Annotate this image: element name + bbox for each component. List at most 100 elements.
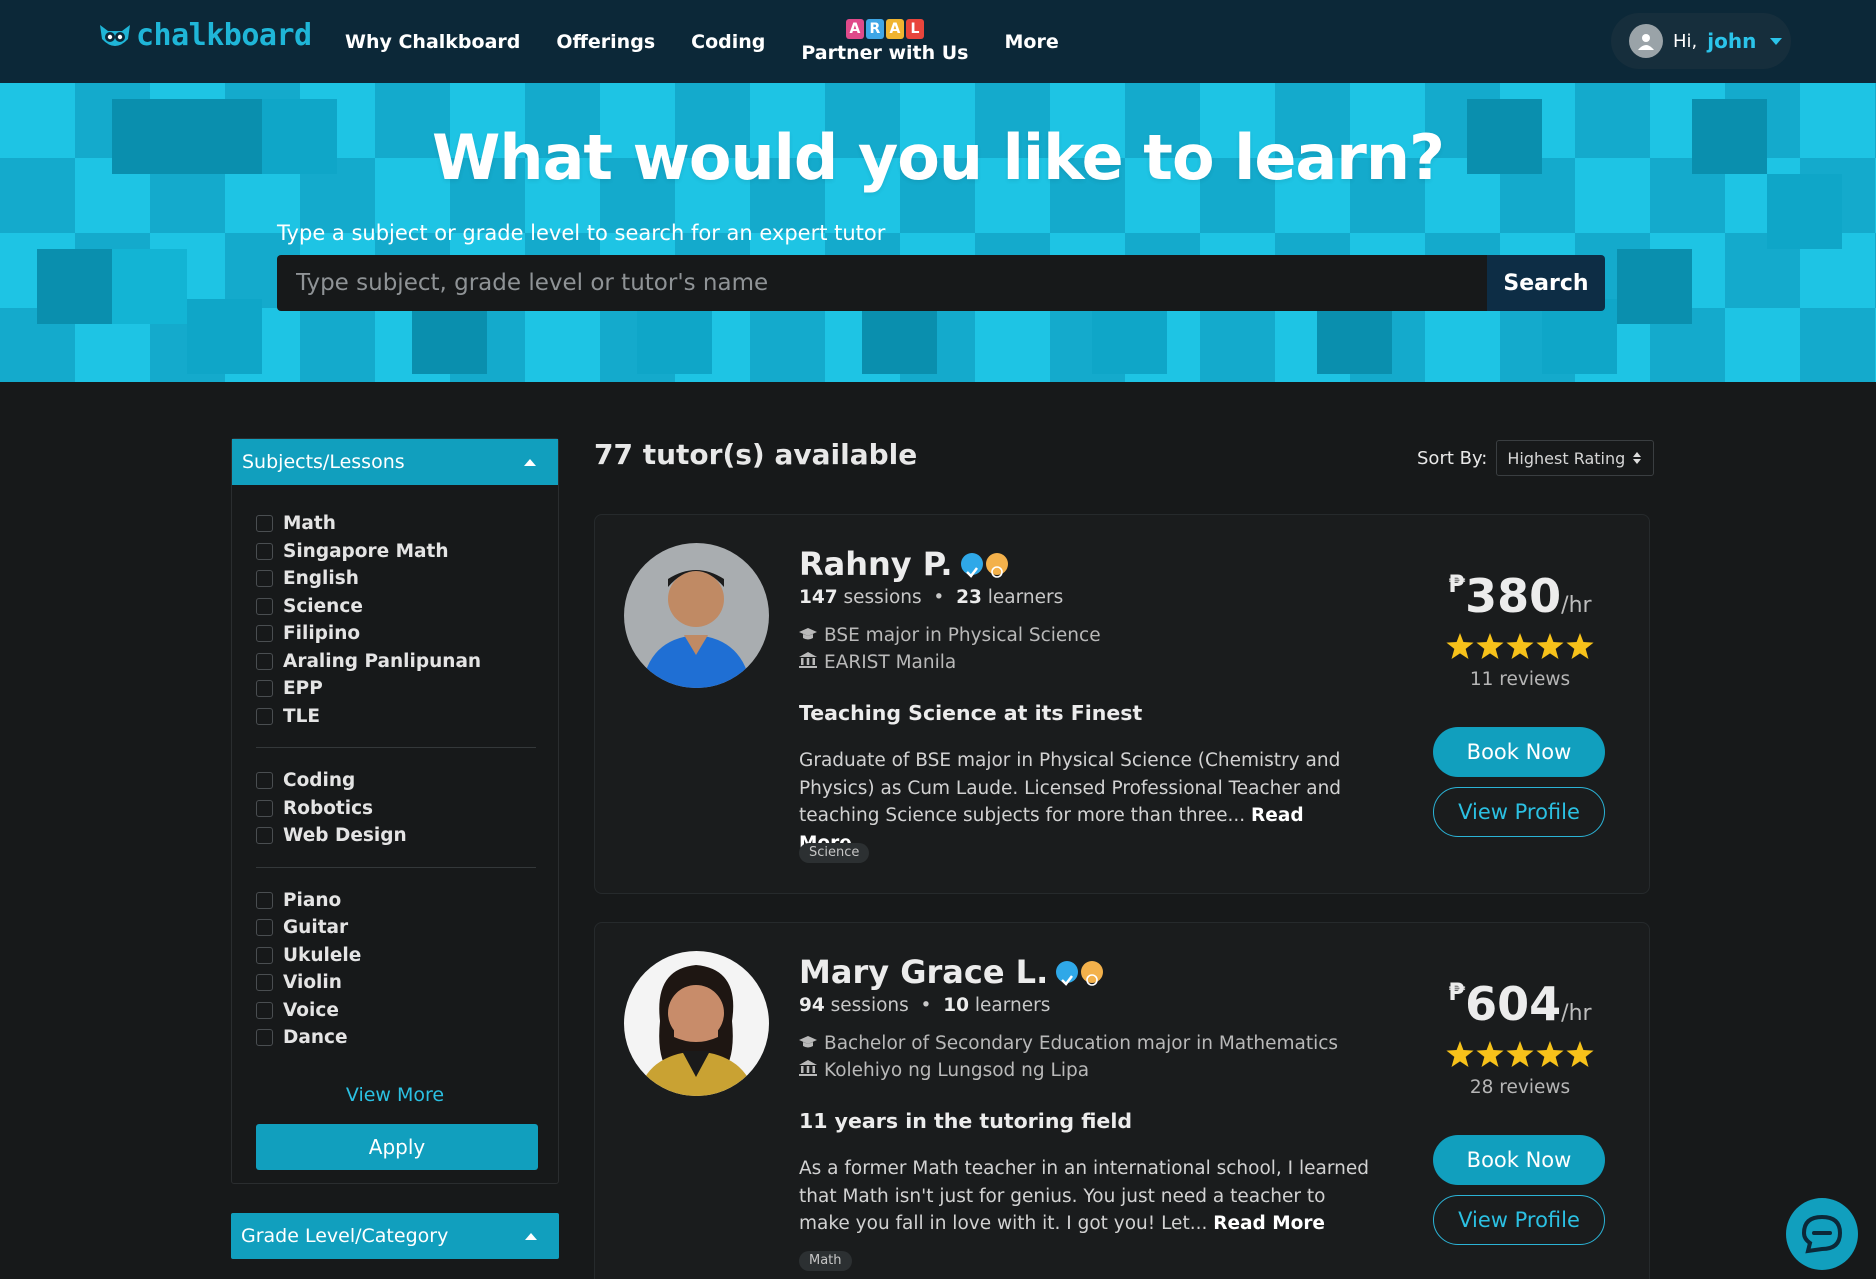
price-value: 604 xyxy=(1465,977,1562,1031)
filter-label: Voice xyxy=(283,999,339,1021)
subjects-filter-header[interactable]: Subjects/Lessons xyxy=(232,439,558,485)
up-down-caret-icon xyxy=(1633,452,1642,464)
nav-why-chalkboard[interactable]: Why Chalkboard xyxy=(345,31,520,53)
star-icon xyxy=(1476,1041,1504,1067)
tutor-headline: Teaching Science at its Finest xyxy=(799,701,1143,725)
filter-label: Science xyxy=(283,595,363,617)
view-profile-button[interactable]: View Profile xyxy=(1433,1195,1605,1245)
sort-value: Highest Rating xyxy=(1507,448,1626,468)
checkbox[interactable] xyxy=(256,680,273,698)
checkbox[interactable] xyxy=(256,974,273,992)
read-more-link[interactable]: Read More xyxy=(1213,1213,1325,1234)
tutor-card: Rahny P. 147 sessions • 23 learners BSE … xyxy=(594,514,1650,894)
checkbox[interactable] xyxy=(256,652,273,670)
degree-text: Bachelor of Secondary Education major in… xyxy=(824,1033,1339,1054)
filter-label: TLE xyxy=(283,705,321,727)
chat-button[interactable] xyxy=(1786,1198,1858,1270)
view-more-link[interactable]: View More xyxy=(232,1084,558,1106)
degree-text: BSE major in Physical Science xyxy=(824,625,1101,646)
checkbox[interactable] xyxy=(256,891,273,909)
school-text: EARIST Manila xyxy=(824,652,957,673)
nav-coding[interactable]: Coding xyxy=(691,31,765,53)
nav-offerings[interactable]: Offerings xyxy=(556,31,655,53)
collapse-caret-icon xyxy=(525,1232,537,1240)
apply-filters-button[interactable]: Apply xyxy=(256,1123,538,1170)
learners-count: 10 xyxy=(943,995,969,1016)
nav-partner-with-us[interactable]: A R A L Partner with Us xyxy=(801,19,969,64)
price-unit: /hr xyxy=(1561,1001,1592,1026)
tutor-pricing: ₱604/hr 28 reviews xyxy=(1425,977,1615,1098)
tutor-pricing: ₱380/hr 11 reviews xyxy=(1425,569,1615,690)
collapse-caret-icon xyxy=(524,458,536,466)
graduation-cap-icon xyxy=(799,625,817,646)
checkbox[interactable] xyxy=(256,772,273,790)
nav-more[interactable]: More xyxy=(1005,31,1059,53)
aral-letter: L xyxy=(905,19,924,39)
subjects-filter-title: Subjects/Lessons xyxy=(242,451,405,473)
tutor-stats: 147 sessions • 23 learners xyxy=(799,587,1064,608)
filter-coding[interactable]: Coding xyxy=(256,767,558,795)
filter-english[interactable]: English xyxy=(256,565,558,593)
checkbox[interactable] xyxy=(256,515,273,533)
sort-label: Sort By: xyxy=(1417,447,1488,469)
sort-select[interactable]: Highest Rating xyxy=(1496,440,1655,476)
partner-label: Partner with Us xyxy=(801,42,969,64)
checkbox[interactable] xyxy=(256,919,273,937)
aral-letter: A xyxy=(885,19,904,39)
filter-web-design[interactable]: Web Design xyxy=(256,822,558,850)
tutor-photo[interactable] xyxy=(624,543,769,688)
chevron-down-icon xyxy=(1770,37,1783,45)
search-button[interactable]: Search xyxy=(1487,255,1605,311)
filter-science[interactable]: Science xyxy=(256,593,558,621)
grade-level-filter-header[interactable]: Grade Level/Category xyxy=(231,1213,559,1259)
filter-guitar[interactable]: Guitar xyxy=(256,914,558,942)
logo-text: chalkboard xyxy=(136,18,312,53)
filter-singapore-math[interactable]: Singapore Math xyxy=(256,538,558,566)
filter-epp[interactable]: EPP xyxy=(256,675,558,703)
checkbox[interactable] xyxy=(256,570,273,588)
sessions-label: sessions xyxy=(843,587,922,608)
learners-label: learners xyxy=(987,587,1064,608)
view-profile-button[interactable]: View Profile xyxy=(1433,787,1605,837)
checkbox[interactable] xyxy=(256,625,273,643)
filter-filipino[interactable]: Filipino xyxy=(256,620,558,648)
chalkboard-logo[interactable]: chalkboard xyxy=(98,18,312,53)
sessions-count: 147 xyxy=(799,587,838,608)
filter-violin[interactable]: Violin xyxy=(256,969,558,997)
tutor-name[interactable]: Rahny P. xyxy=(799,545,1008,583)
checkbox[interactable] xyxy=(256,946,273,964)
institution-icon xyxy=(799,1060,817,1081)
user-menu[interactable]: Hi, john xyxy=(1611,13,1791,69)
filter-math[interactable]: Math xyxy=(256,510,558,538)
filter-araling-panlipunan[interactable]: Araling Panlipunan xyxy=(256,648,558,676)
graduation-cap-icon xyxy=(799,1033,817,1054)
tutor-card: Mary Grace L. 94 sessions • 10 learners … xyxy=(594,922,1650,1279)
verified-check-icon xyxy=(960,553,983,578)
filter-voice[interactable]: Voice xyxy=(256,997,558,1025)
checkbox[interactable] xyxy=(256,542,273,560)
checkbox[interactable] xyxy=(256,1029,273,1047)
filter-label: Singapore Math xyxy=(283,540,449,562)
book-now-button[interactable]: Book Now xyxy=(1433,727,1605,777)
tutor-name[interactable]: Mary Grace L. xyxy=(799,953,1104,991)
price-unit: /hr xyxy=(1561,593,1592,618)
filter-ukulele[interactable]: Ukulele xyxy=(256,942,558,970)
checkbox[interactable] xyxy=(256,707,273,725)
user-name: john xyxy=(1707,29,1757,53)
tutor-photo[interactable] xyxy=(624,951,769,1096)
book-now-button[interactable]: Book Now xyxy=(1433,1135,1605,1185)
filter-piano[interactable]: Piano xyxy=(256,887,558,915)
checkbox[interactable] xyxy=(256,1001,273,1019)
filter-tle[interactable]: TLE xyxy=(256,703,558,731)
currency-symbol: ₱ xyxy=(1448,570,1466,598)
checkbox[interactable] xyxy=(256,799,273,817)
search-input[interactable] xyxy=(277,255,1487,311)
star-icon xyxy=(1536,1041,1564,1067)
checkbox[interactable] xyxy=(256,827,273,845)
filter-label: Guitar xyxy=(283,917,349,939)
tutor-name-text: Rahny P. xyxy=(799,545,953,583)
filter-dance[interactable]: Dance xyxy=(256,1024,558,1052)
checkbox[interactable] xyxy=(256,597,273,615)
sessions-count: 94 xyxy=(799,995,825,1016)
filter-robotics[interactable]: Robotics xyxy=(256,795,558,823)
